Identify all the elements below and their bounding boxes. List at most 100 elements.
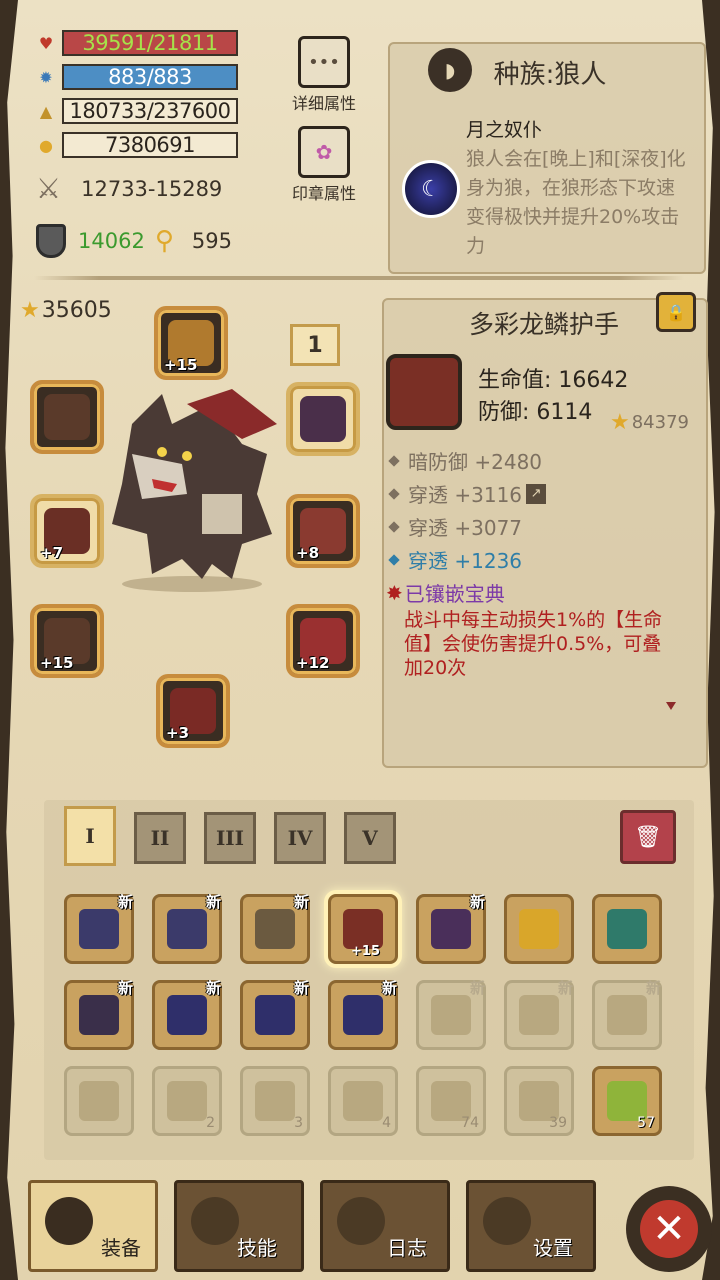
item-icon <box>255 1081 295 1121</box>
seal-attributes-button[interactable]: ✿ 印章属性 <box>274 126 374 204</box>
item-icon <box>79 909 119 949</box>
scroll-icon <box>337 1197 385 1245</box>
inventory-cell[interactable]: 4 <box>328 1066 398 1136</box>
new-badge: 新 <box>381 979 397 997</box>
nav-skill-button[interactable]: 技能 <box>174 1180 304 1272</box>
nav-settings-label: 设置 <box>533 1236 573 1260</box>
dragon-gauntlet-icon <box>386 354 462 430</box>
new-badge: 新 <box>205 979 221 997</box>
inventory-cell[interactable]: 新 <box>416 893 486 964</box>
item-attr: 穿透 +1236 <box>386 545 522 574</box>
race-description: 月之奴仆 狼人会在[晚上]和[深夜]化身为狼，在狼形态下攻速变得极快并提升20%… <box>466 116 692 261</box>
new-badge: 新 <box>469 979 485 997</box>
item-icon <box>519 909 559 949</box>
armor-slot[interactable]: +8 <box>286 494 360 568</box>
section-divider <box>34 276 684 280</box>
gauntlet-level: +7 <box>40 544 64 562</box>
helmet-slot[interactable]: +15 <box>154 306 228 380</box>
inventory-cell[interactable]: 2 <box>152 1066 222 1136</box>
inventory-cell[interactable]: 新 <box>152 893 222 964</box>
bat-charm-icon <box>300 396 346 442</box>
item-icon <box>167 1081 207 1121</box>
charm-slot[interactable] <box>286 382 360 456</box>
star-icon: ★ <box>610 410 630 435</box>
pants-slot[interactable]: +12 <box>286 604 360 678</box>
bullet-icon <box>388 520 400 533</box>
nav-settings-button[interactable]: 设置 <box>466 1180 596 1272</box>
item-attr: ✸ 已镶嵌宝典 <box>386 578 505 607</box>
trash-button[interactable]: 🗑 <box>620 810 676 864</box>
inventory-tab-2[interactable]: II <box>134 812 186 864</box>
inventory-tab-3[interactable]: III <box>204 812 256 864</box>
item-icon <box>255 909 295 949</box>
item-attr: 暗防御 +2480 <box>386 446 542 475</box>
inventory-cell[interactable]: 3 <box>240 1066 310 1136</box>
inventory-cell[interactable]: 新 <box>64 893 134 964</box>
crossed-swords-icon: ⚔ <box>36 172 62 205</box>
item-special-effect: 战斗中每主动损失1%的【生命值】会使伤害提升0.5%，可叠加20次 <box>404 609 663 679</box>
lock-icon[interactable]: 🔒 <box>656 292 696 332</box>
inventory-tab-4[interactable]: IV <box>274 812 326 864</box>
inventory-cell[interactable]: 新 <box>504 979 574 1050</box>
bracer-slot[interactable]: +15 <box>30 604 104 678</box>
item-icon <box>343 909 383 949</box>
inventory-cell[interactable]: 74 <box>416 1066 486 1136</box>
equipment-page-button[interactable]: 1 <box>290 324 340 366</box>
sparkle-icon: ✸ <box>386 580 403 605</box>
bullet-icon <box>388 553 400 566</box>
inventory-cell[interactable]: 39 <box>504 1066 574 1136</box>
nav-equip-button[interactable]: 装备 <box>28 1180 158 1272</box>
inventory-cell[interactable]: +15 <box>328 894 398 964</box>
heart-icon: ♥ <box>38 33 54 53</box>
flower-icon: ✿ <box>298 126 350 178</box>
inventory-cell[interactable]: 57 <box>592 1066 662 1136</box>
enchant-icon[interactable]: ↗ <box>526 483 547 504</box>
magic-staff-icon: ⚲ <box>154 226 174 256</box>
item-score-value: 84379 <box>631 412 689 433</box>
magic-value: 595 <box>191 229 232 253</box>
inventory-cell[interactable]: 新 <box>64 979 134 1050</box>
inventory-cell[interactable]: 新 <box>240 979 310 1050</box>
nav-log-button[interactable]: 日志 <box>320 1180 450 1272</box>
item-count: 3 <box>294 1115 303 1131</box>
inventory-tab-1[interactable]: I <box>64 806 116 866</box>
power-score-value: 35605 <box>41 298 112 323</box>
item-count: 2 <box>206 1115 215 1131</box>
power-score: ★ 35605 <box>20 298 112 323</box>
boots-level: +3 <box>166 724 190 742</box>
item-level: +15 <box>351 944 380 959</box>
gold-stat: ● 7380691 <box>36 132 238 158</box>
inventory-cell[interactable] <box>64 1066 134 1136</box>
detail-attributes-label: 详细属性 <box>291 94 356 113</box>
inventory-cell[interactable]: 新 <box>416 979 486 1050</box>
item-attr-text: 穿透 +3077 <box>408 516 523 540</box>
new-badge: 新 <box>469 893 485 911</box>
attack-stat: ⚔ 12733-15289 <box>36 172 222 205</box>
item-count: 74 <box>461 1115 479 1131</box>
race-trait-desc: 狼人会在[晚上]和[深夜]化身为狼，在狼形态下攻速变得极快并提升20%攻击力 <box>466 148 686 257</box>
skill-icon <box>191 1197 239 1245</box>
inventory-cell[interactable]: 新 <box>328 979 398 1050</box>
close-button[interactable]: ✕ <box>626 1186 712 1272</box>
inventory-cell[interactable] <box>592 894 662 964</box>
inventory-cell[interactable]: 新 <box>240 893 310 964</box>
detail-attributes-button[interactable]: ••• 详细属性 <box>274 36 374 114</box>
item-hp: 生命值: 16642 <box>478 368 629 393</box>
howling-wolf-icon: ☾ <box>402 160 460 218</box>
inventory-tab-5[interactable]: V <box>344 812 396 864</box>
xp-bar: 180733/237600 <box>62 98 238 124</box>
shield-icon <box>36 224 66 258</box>
nav-skill-label: 技能 <box>237 1236 277 1260</box>
item-score: ★ 84379 <box>610 410 689 435</box>
boots-slot[interactable]: +3 <box>156 674 230 748</box>
inventory-cell[interactable]: 新 <box>152 979 222 1050</box>
trash-icon: 🗑 <box>634 824 662 850</box>
item-attr: 穿透 +3077 <box>386 512 522 541</box>
scroll-down-indicator[interactable] <box>666 702 676 710</box>
hp-bar: 39591/21811 <box>62 30 238 56</box>
item-icon <box>431 909 471 949</box>
item-count: 57 <box>637 1115 655 1131</box>
inventory-cell[interactable] <box>504 894 574 964</box>
inventory-cell[interactable]: 新 <box>592 979 662 1050</box>
item-count: 39 <box>549 1115 567 1131</box>
